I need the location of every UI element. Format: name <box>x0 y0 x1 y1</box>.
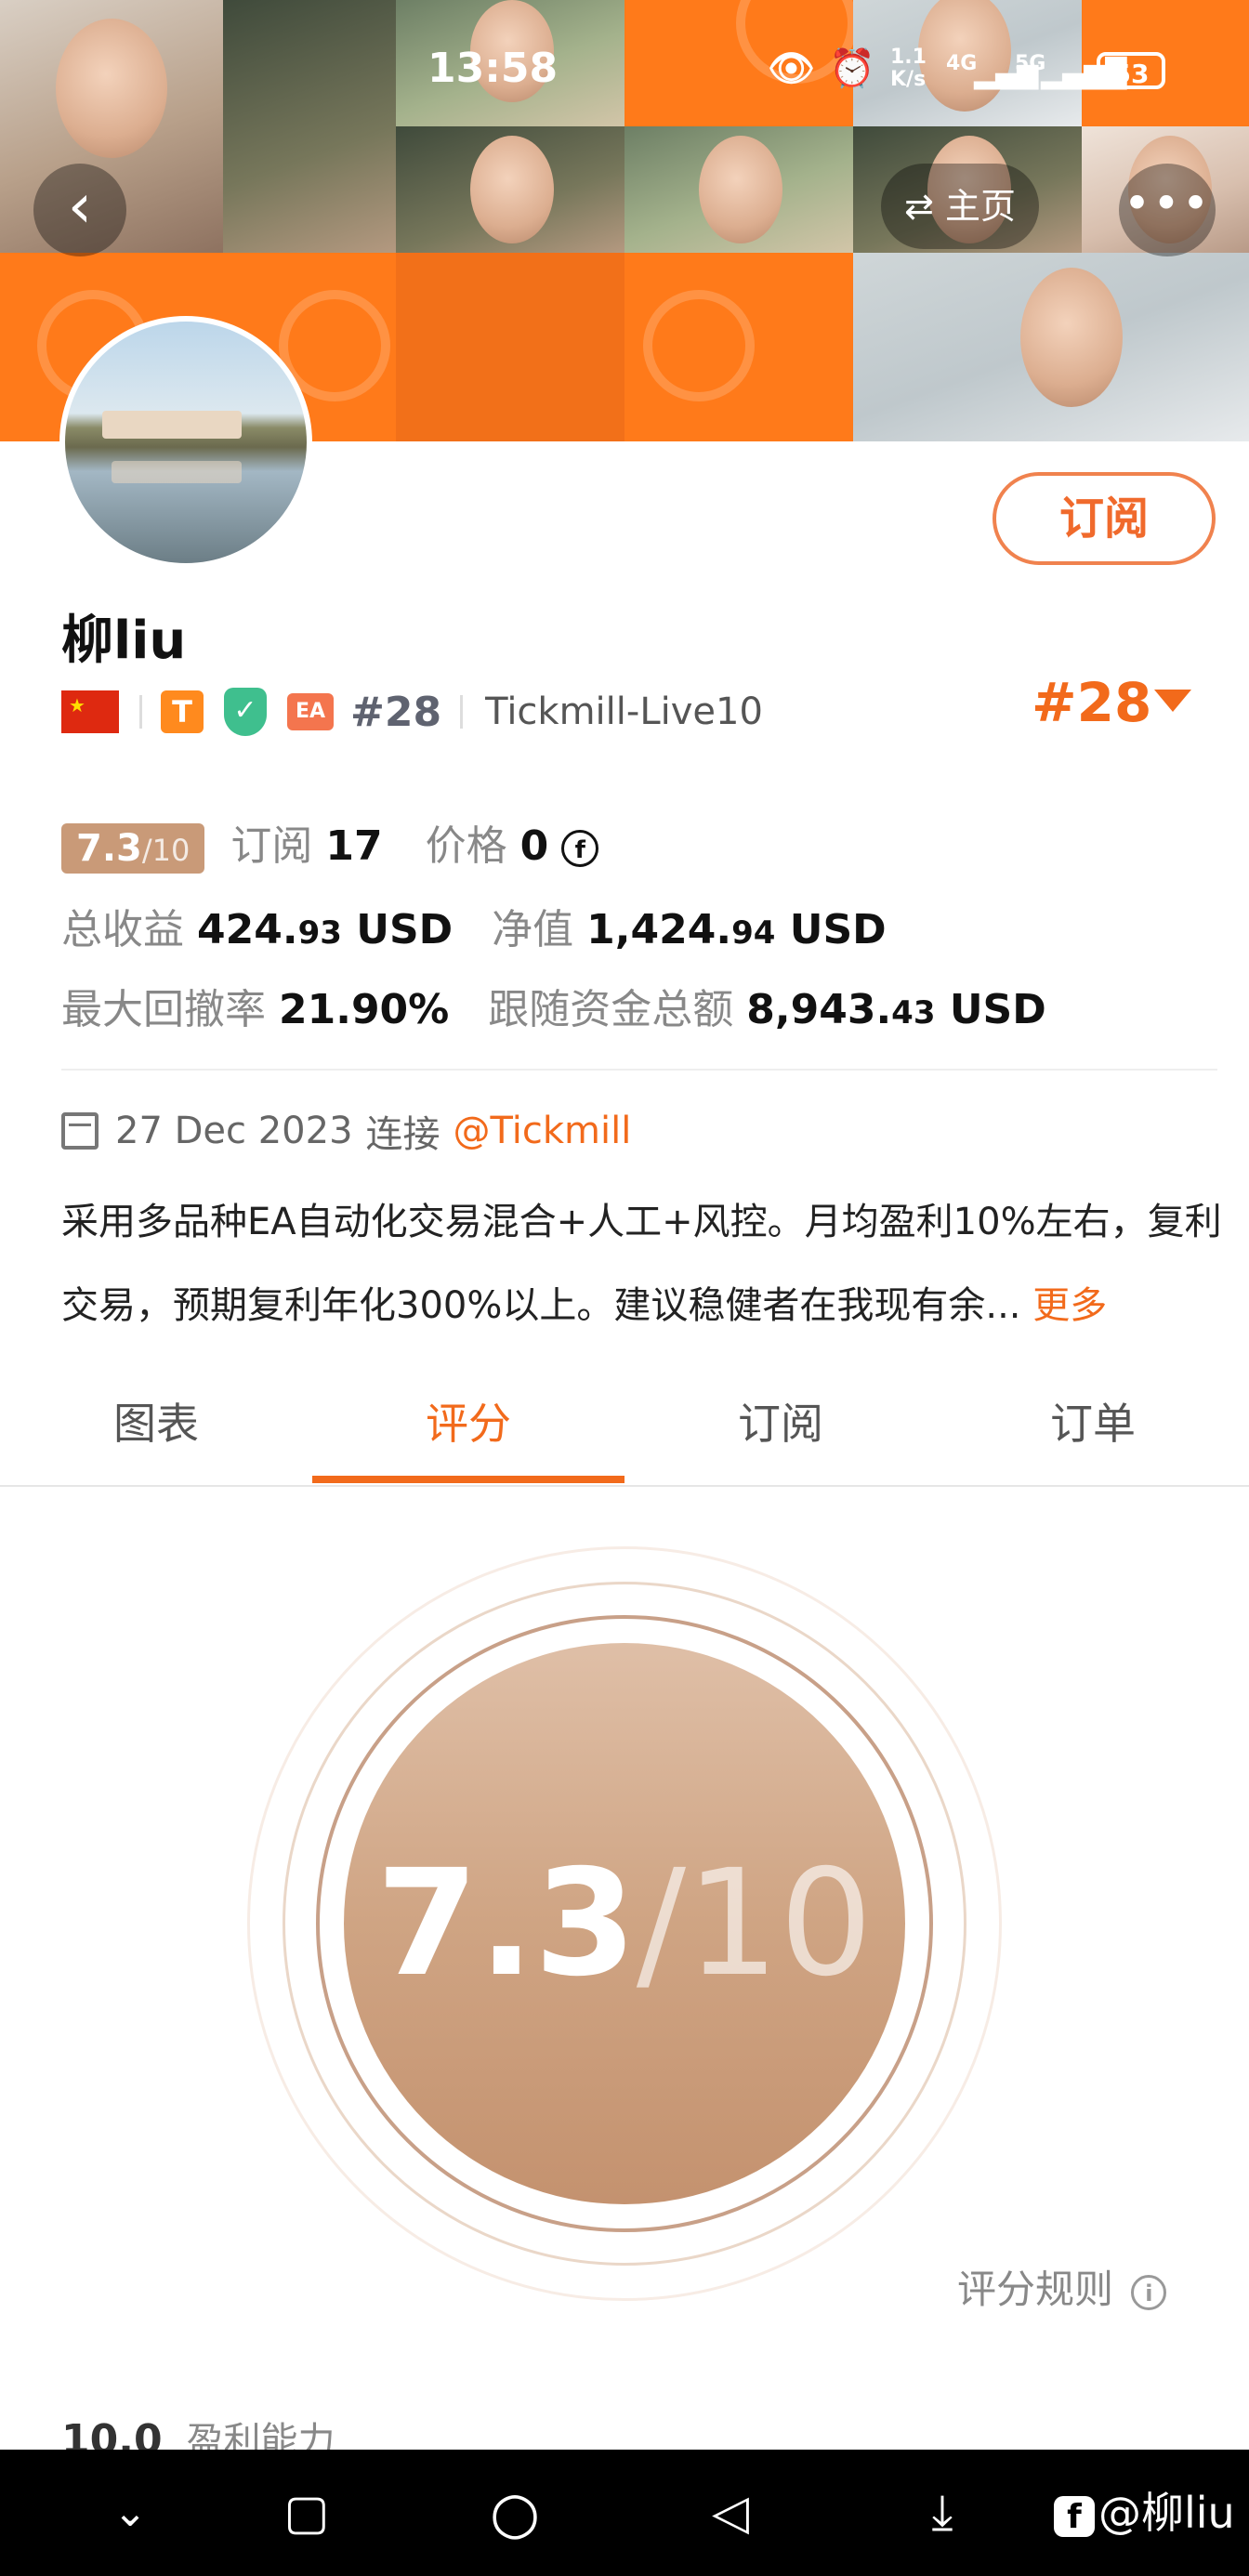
drawdown-value: 21.90% <box>279 986 450 1033</box>
total-profit-label: 总收益 <box>61 906 184 953</box>
tab-active-indicator <box>312 1476 624 1483</box>
score-circle: 7.3/10 <box>344 1643 905 2204</box>
more-link[interactable]: 更多 <box>1032 1284 1107 1327</box>
china-flag-icon: ★ <box>61 690 119 733</box>
status-bar: 13:58 👁 ⏰ 1.1 K/s 4G ▂▄▆ 5G ▂▄▆█ 53 <box>0 0 1249 139</box>
tab-rating[interactable]: 评分 <box>312 1381 624 1466</box>
connection-date: 27 Dec 2023 <box>115 1110 353 1152</box>
badges-row: ★ T ✓ EA #28 Tickmill-Live10 <box>61 686 763 738</box>
tab-orders[interactable]: 订单 <box>937 1381 1249 1466</box>
equity-label: 净值 <box>492 906 574 953</box>
home-label: 主页 <box>944 186 1016 227</box>
trader-badge-icon[interactable]: T <box>161 690 204 733</box>
banner-photo <box>396 126 624 253</box>
drawdown-label: 最大回撤率 <box>61 986 266 1033</box>
follow-funds-value: 8,943.43 USD <box>746 986 1046 1033</box>
caret-down-icon[interactable] <box>1154 690 1191 712</box>
avatar[interactable] <box>59 316 312 569</box>
broker-account: Tickmill-Live10 <box>485 690 763 733</box>
banner-orange-tile <box>396 253 624 441</box>
square-recents-icon[interactable]: ▢ <box>270 2450 344 2576</box>
chevron-left-icon: ‹ <box>67 170 93 242</box>
price-value: 0 <box>519 822 549 870</box>
banner-photo <box>853 253 1249 441</box>
subs-label: 订阅 <box>230 822 313 870</box>
signal-4g-label: 4G <box>946 52 978 75</box>
divider <box>460 695 464 729</box>
more-button[interactable]: ••• <box>1119 164 1216 256</box>
total-profit-value: 424.93 USD <box>197 906 454 953</box>
score-value: 7.3 <box>375 1838 637 2009</box>
system-nav-bar: ⌄ ▢ ○ ◁ ⤓ f @柳liu <box>0 2450 1249 2576</box>
rank-selector[interactable]: #28 <box>1032 671 1151 734</box>
brand-logo-icon: f <box>1054 2495 1095 2537</box>
alarm-icon: ⏰ <box>829 47 875 90</box>
subs-value: 17 <box>325 822 383 870</box>
eye-icon: 👁 <box>768 47 815 90</box>
swap-icon: ⇄ <box>904 186 934 227</box>
circle-home-icon[interactable]: ○ <box>478 2450 552 2576</box>
equity-value: 1,424.94 USD <box>586 906 887 953</box>
follow-funds-label: 跟随资金总额 <box>488 986 734 1033</box>
divider <box>61 1069 1217 1071</box>
watermark: f @柳liu <box>1054 2450 1235 2576</box>
connection-row: 27 Dec 2023 连接 @Tickmill <box>61 1104 631 1158</box>
banner-orange-tile <box>624 253 853 441</box>
status-time: 13:58 <box>427 45 559 92</box>
triangle-back-icon[interactable]: ◁ <box>693 2450 768 2576</box>
net-speed: 1.1 K/s <box>890 46 927 91</box>
strategy-description: 采用多品种EA自动化交易混合+人工+风控。月均盈利10%左右，复利交易，预期复利… <box>61 1180 1223 1347</box>
subscribe-button[interactable]: 订阅 <box>993 472 1216 565</box>
score-badge: 7.3/10 <box>61 823 205 874</box>
divider <box>139 695 142 729</box>
broker-mention-link[interactable]: @Tickmill <box>454 1110 632 1152</box>
info-icon: i <box>1131 2274 1167 2310</box>
connection-text: 连接 <box>365 1113 440 1156</box>
tab-bar: 图表 评分 订阅 订单 <box>0 1381 1249 1485</box>
more-dots-icon: ••• <box>1123 177 1212 230</box>
back-button[interactable]: ‹ <box>33 164 126 256</box>
coin-icon: f <box>561 830 599 867</box>
home-button[interactable]: ⇄ 主页 <box>881 164 1039 249</box>
score-denominator: /10 <box>636 1838 874 2009</box>
battery-icon: 53 <box>1097 52 1165 89</box>
price-label: 价格 <box>425 822 507 870</box>
verified-shield-icon[interactable]: ✓ <box>224 688 267 736</box>
banner-photo <box>624 126 853 253</box>
rating-rules-label: 评分规则 <box>957 2267 1114 2312</box>
stats-row-2: 总收益 424.93 USD 净值 1,424.94 USD <box>61 896 887 955</box>
rating-rules-link[interactable]: 评分规则 i <box>957 2258 1167 2315</box>
stats-row-3: 最大回撤率 21.90% 跟随资金总额 8,943.43 USD <box>61 976 1046 1035</box>
calendar-icon <box>61 1112 99 1150</box>
stats-row-1: 7.3/10 订阅 17 价格 0 f <box>61 812 599 874</box>
pull-down-icon[interactable]: ⤓ <box>905 2450 979 2576</box>
chevron-down-icon[interactable]: ⌄ <box>93 2450 167 2576</box>
ea-badge-icon[interactable]: EA <box>287 693 334 730</box>
rank-label: #28 <box>350 688 442 736</box>
tab-subscription[interactable]: 订阅 <box>624 1381 937 1466</box>
username: 柳liu <box>61 611 187 671</box>
tab-chart[interactable]: 图表 <box>0 1381 312 1466</box>
